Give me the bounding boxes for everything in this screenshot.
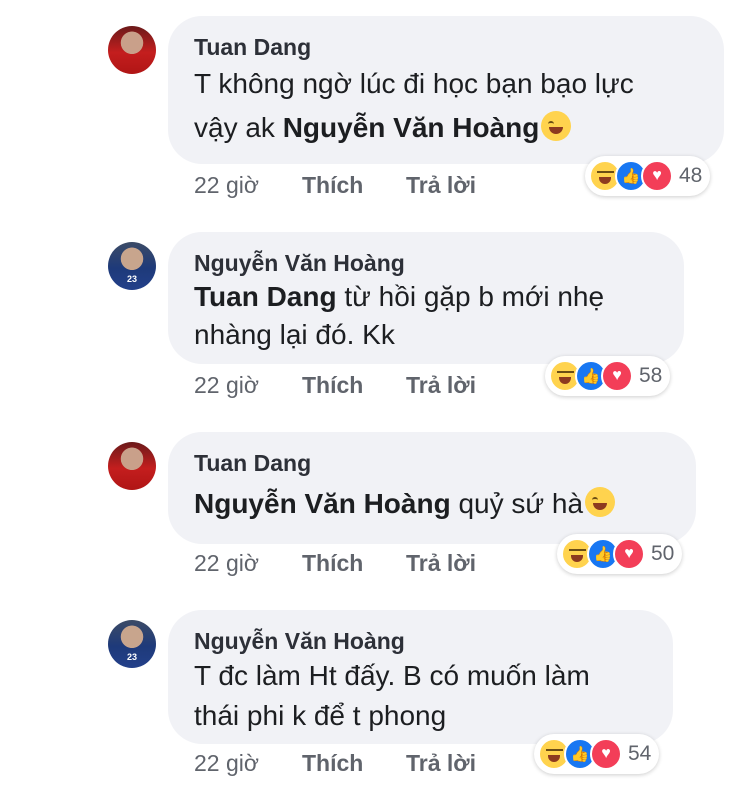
avatar[interactable] [108, 442, 156, 490]
mention-link[interactable]: Nguyễn Văn Hoàng [283, 112, 540, 143]
comment-author[interactable]: Nguyễn Văn Hoàng [194, 626, 647, 656]
comment-time[interactable]: 22 giờ [194, 750, 259, 777]
reply-button[interactable]: Trả lời [406, 372, 476, 399]
like-button[interactable]: Thích [302, 172, 363, 199]
reaction-count: 50 [651, 542, 675, 565]
comment-author[interactable]: Nguyễn Văn Hoàng [194, 248, 658, 278]
reply-button[interactable]: Trả lời [406, 172, 476, 199]
comment-time[interactable]: 22 giờ [194, 550, 259, 577]
like-button[interactable]: Thích [302, 750, 363, 777]
reply-button[interactable]: Trả lời [406, 550, 476, 577]
mention-link[interactable]: Nguyễn Văn Hoàng [194, 488, 451, 519]
comment-author[interactable]: Tuan Dang [194, 32, 698, 62]
avatar[interactable] [108, 26, 156, 74]
comment-time[interactable]: 22 giờ [194, 172, 259, 199]
reply-button[interactable]: Trả lời [406, 750, 476, 777]
reaction-summary[interactable]: 👍 ♥ 58 [545, 356, 671, 396]
reaction-count: 48 [679, 164, 703, 187]
comment-bubble: Tuan Dang Nguyễn Văn Hoàng quỷ sứ hà [168, 432, 696, 544]
reaction-summary[interactable]: 👍 ♥ 48 [585, 156, 711, 196]
like-button[interactable]: Thích [302, 372, 363, 399]
like-button[interactable]: Thích [302, 550, 363, 577]
laughing-emoji-icon [585, 487, 616, 517]
comment-bubble: Nguyễn Văn Hoàng Tuan Dang từ hồi gặp b … [168, 232, 684, 364]
comment-text: Nguyễn Văn Hoàng quỷ sứ hà [194, 482, 670, 526]
love-reaction-icon: ♥ [613, 538, 645, 570]
comment-bubble: Tuan Dang T không ngờ lúc đi học bạn bạo… [168, 16, 724, 164]
reaction-count: 58 [639, 364, 663, 387]
comment-text: T đc làm Ht đấy. B có muốn làm thái phi … [194, 660, 590, 731]
comment-time[interactable]: 22 giờ [194, 372, 259, 399]
avatar[interactable]: 23 [108, 242, 156, 290]
comment-author[interactable]: Tuan Dang [194, 448, 670, 478]
love-reaction-icon: ♥ [590, 738, 622, 770]
reaction-summary[interactable]: 👍 ♥ 50 [557, 534, 683, 574]
rofl-emoji-icon [541, 111, 572, 141]
comment-bubble: Nguyễn Văn Hoàng T đc làm Ht đấy. B có m… [168, 610, 673, 744]
comment-text: T không ngờ lúc đi học bạn bạo lực vậy a… [194, 68, 634, 143]
love-reaction-icon: ♥ [601, 360, 633, 392]
reaction-count: 54 [628, 742, 652, 765]
comment-text: Tuan Dang từ hồi gặp b mới nhẹ nhàng lại… [194, 281, 605, 350]
mention-link[interactable]: Tuan Dang [194, 281, 337, 312]
avatar[interactable]: 23 [108, 620, 156, 668]
reaction-summary[interactable]: 👍 ♥ 54 [534, 734, 660, 774]
love-reaction-icon: ♥ [641, 160, 673, 192]
